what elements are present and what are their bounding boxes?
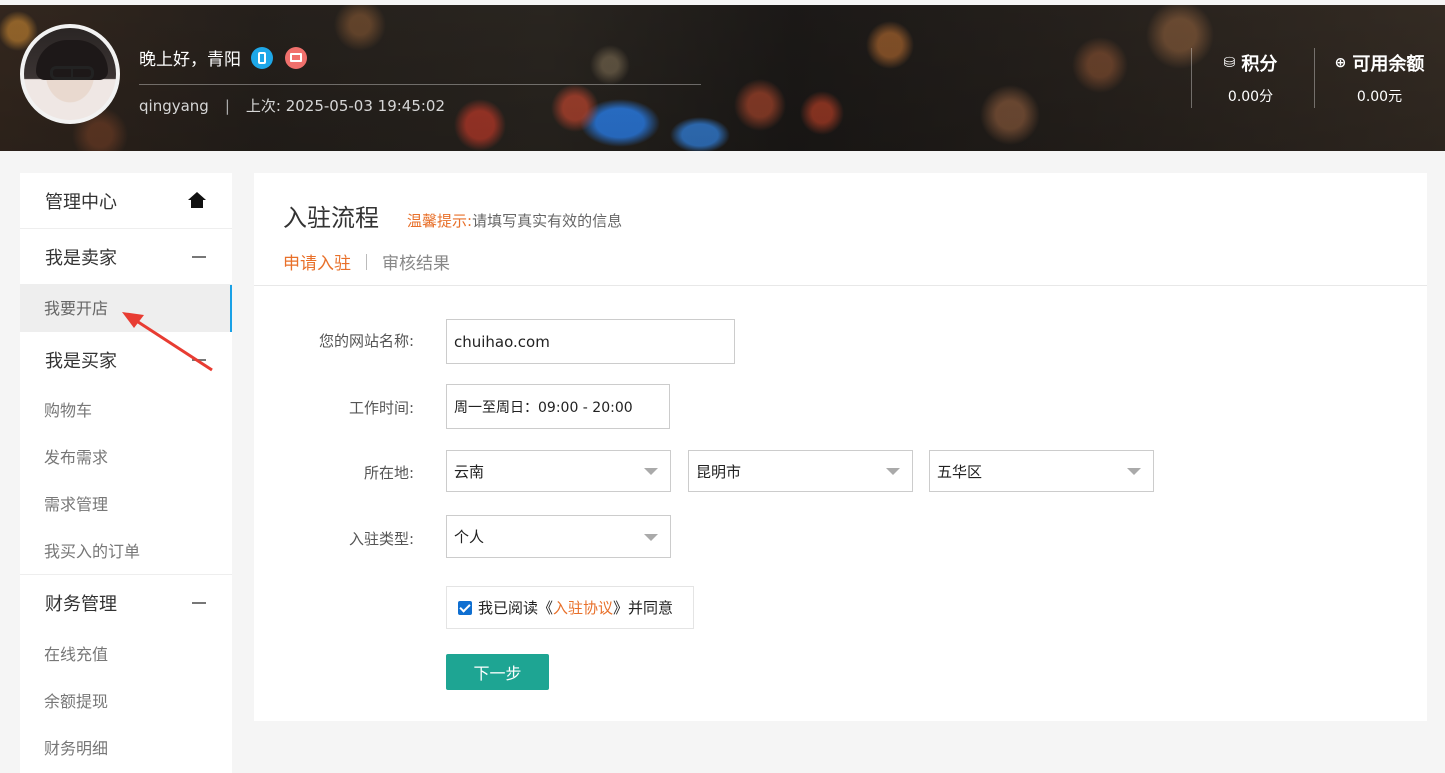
balance-value: 0.00元 <box>1356 89 1403 105</box>
agree-prefix: 我已阅读《 <box>478 599 554 617</box>
site-name-row: 您的网站名称: <box>254 330 414 351</box>
agree-checkbox[interactable] <box>458 600 472 615</box>
user-info-row: qingyang | 上次: 2025-05-03 19:45:02 <box>139 95 445 116</box>
sidebar-group-management-center[interactable]: 管理中心 <box>20 173 232 229</box>
greeting-row: 晚上好，青阳 <box>139 45 307 70</box>
work-time-label: 工作时间: <box>348 399 414 417</box>
district-value: 五华区 <box>937 462 983 481</box>
process-tabs: 申请入驻 审核结果 <box>283 249 450 274</box>
site-name-value: chuihao.com <box>454 332 550 351</box>
page-title: 入驻流程 <box>283 204 379 232</box>
type-value: 个人 <box>454 528 485 546</box>
sidebar-item-my-orders[interactable]: 我买入的订单 <box>20 528 232 575</box>
sidebar-item-withdraw[interactable]: 余额提现 <box>20 678 232 725</box>
annotation-arrow <box>122 312 213 372</box>
panel-header: 入驻流程 温馨提示: 请填写真实有效的信息 <box>283 198 622 233</box>
user-avatar[interactable] <box>20 24 120 124</box>
coin-stack-icon: ⛁ <box>1223 55 1236 71</box>
sidebar-item-recharge[interactable]: 在线充值 <box>20 631 232 678</box>
district-select[interactable]: 五华区 <box>929 450 1154 492</box>
work-time-row: 工作时间: <box>254 397 414 418</box>
tip-label: 温馨提示: <box>407 212 473 230</box>
points-title: 积分 <box>1241 54 1278 75</box>
province-value: 云南 <box>454 462 485 481</box>
home-icon <box>188 191 206 210</box>
type-label: 入驻类型: <box>348 530 414 548</box>
tab-apply[interactable]: 申请入驻 <box>283 249 351 274</box>
tip-text: 请填写真实有效的信息 <box>472 212 623 230</box>
province-select[interactable]: 云南 <box>446 450 671 492</box>
minus-icon[interactable] <box>192 602 206 604</box>
sidebar-group-label: 财务管理 <box>45 594 117 615</box>
tab-review-result[interactable]: 审核结果 <box>382 249 450 274</box>
sidebar-group-seller[interactable]: 我是卖家 <box>20 229 232 285</box>
points-stat[interactable]: ⛁ 积分 0.00分 <box>1191 48 1309 108</box>
city-select[interactable]: 昆明市 <box>688 450 913 492</box>
tab-separator <box>366 253 367 270</box>
sidebar-group-finance[interactable]: 财务管理 <box>20 575 232 631</box>
agreement-box: 我已阅读《 入驻协议 》并同意 <box>446 586 694 629</box>
next-step-button[interactable]: 下一步 <box>446 654 549 690</box>
type-row: 入驻类型: <box>254 528 414 549</box>
sidebar-group-label: 我是买家 <box>45 350 117 372</box>
balance-stat[interactable]: ⊕ 可用余额 0.00元 <box>1314 48 1444 108</box>
agreement-link[interactable]: 入驻协议 <box>553 597 613 618</box>
minus-icon[interactable] <box>192 255 206 258</box>
mail-verified-icon[interactable] <box>285 46 307 69</box>
sidebar: 管理中心 我是卖家 我要开店 我是买家 购物车 发布需求 需求管理 我买入的订单… <box>20 173 232 773</box>
panel-divider <box>254 285 1427 286</box>
site-name-label: 您的网站名称: <box>318 332 414 350</box>
sidebar-group-label: 我是卖家 <box>45 247 117 269</box>
username: qingyang <box>139 96 209 115</box>
header-divider <box>139 84 701 85</box>
agree-suffix: 》并同意 <box>613 599 674 617</box>
location-label: 所在地: <box>363 464 414 482</box>
points-value: 0.00分 <box>1227 89 1274 105</box>
last-login: 上次: 2025-05-03 19:45:02 <box>245 97 446 115</box>
site-name-input[interactable]: chuihao.com <box>446 319 735 364</box>
user-info-separator: | <box>224 96 230 115</box>
work-time-input[interactable]: 周一至周日：09:00 - 20:00 <box>446 384 670 429</box>
city-value: 昆明市 <box>696 462 742 481</box>
type-select[interactable]: 个人 <box>446 515 671 558</box>
sidebar-item-post-demand[interactable]: 发布需求 <box>20 434 232 481</box>
phone-verified-icon[interactable] <box>251 46 273 69</box>
wallet-icon: ⊕ <box>1334 55 1347 71</box>
sidebar-item-demand-manage[interactable]: 需求管理 <box>20 481 232 528</box>
sidebar-item-finance-detail[interactable]: 财务明细 <box>20 725 232 772</box>
main-panel: 入驻流程 温馨提示: 请填写真实有效的信息 申请入驻 审核结果 您的网站名称: … <box>254 173 1427 721</box>
location-row: 所在地: <box>254 462 414 483</box>
sidebar-item-cart[interactable]: 购物车 <box>20 387 232 434</box>
work-time-value: 周一至周日：09:00 - 20:00 <box>454 399 633 416</box>
greeting-text: 晚上好，青阳 <box>139 50 241 70</box>
sidebar-group-label: 管理中心 <box>45 191 117 213</box>
avatar-glasses <box>50 66 94 80</box>
balance-title: 可用余额 <box>1352 54 1425 75</box>
